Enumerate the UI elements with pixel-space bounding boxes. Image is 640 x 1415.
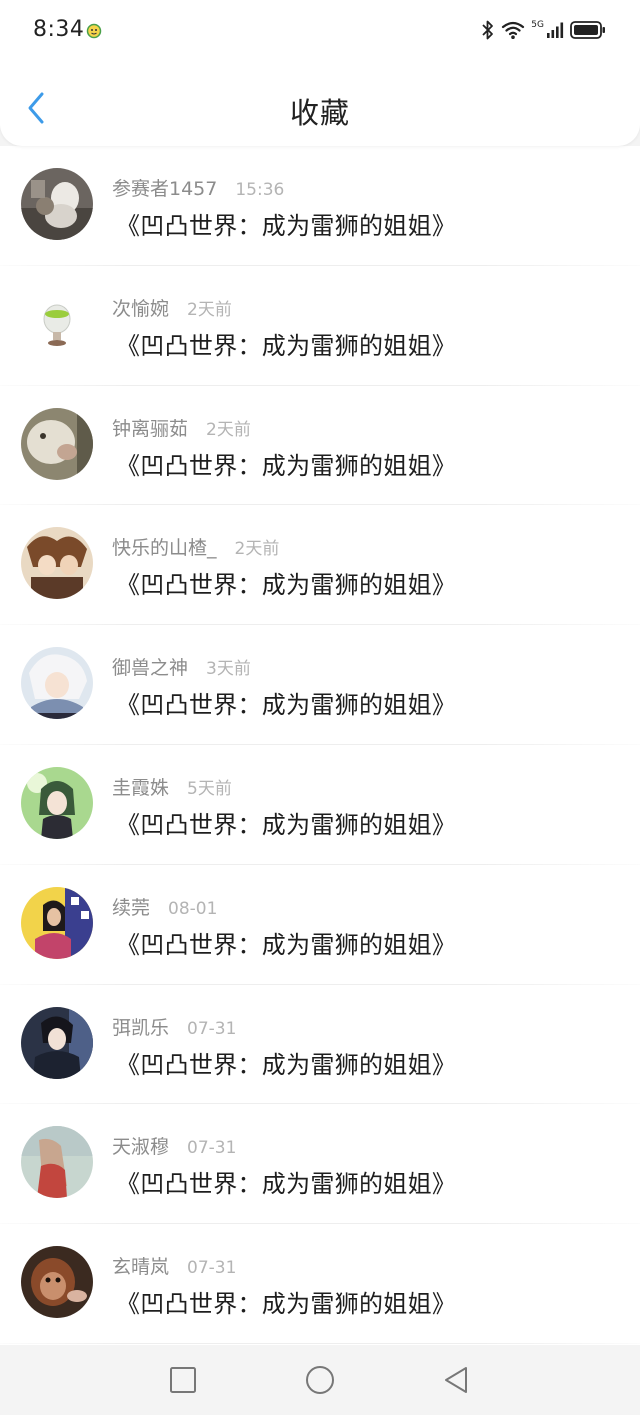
list-item[interactable]: 御兽之神 3天前 《凹凸世界：成为雷狮的姐姐》 [0, 625, 640, 745]
book-title: 《凹凸世界：成为雷狮的姐姐》 [116, 810, 457, 839]
username: 圭霞姝 [112, 776, 170, 799]
status-icons: 5G [481, 20, 606, 44]
username: 弭凯乐 [112, 1016, 170, 1039]
username: 天淑穆 [112, 1136, 170, 1159]
timestamp: 2天前 [187, 299, 232, 320]
avatar[interactable] [21, 886, 93, 959]
favorites-screen: 8:34 5G 收藏 参赛者1457 15:36 《凹凸世界：成为雷狮的姐姐》 … [0, 0, 640, 1415]
list-item[interactable]: 次愉婉 2天前 《凹凸世界：成为雷狮的姐姐》 [0, 265, 640, 386]
list-item[interactable]: 天淑穆 07-31 《凹凸世界：成为雷狮的姐姐》 [0, 1104, 640, 1225]
item-meta: 续莞 08-01 [112, 893, 217, 919]
avatar[interactable] [21, 766, 93, 839]
username: 钟离骊茹 [112, 417, 189, 440]
book-title: 《凹凸世界：成为雷狮的姐姐》 [116, 1290, 457, 1319]
avatar[interactable] [21, 647, 93, 720]
avatar[interactable] [21, 1246, 93, 1319]
back-triangle-icon [445, 1367, 467, 1393]
header-card: 8:34 5G 收藏 [0, 0, 640, 146]
timestamp: 2天前 [234, 539, 280, 560]
list-item[interactable]: 弭凯乐 07-31 《凹凸世界：成为雷狮的姐姐》 [0, 984, 640, 1105]
home-button[interactable] [305, 1365, 335, 1395]
recent-apps-button[interactable] [168, 1365, 198, 1395]
timestamp: 5天前 [187, 778, 232, 799]
list-item[interactable]: 参赛者1457 15:36 《凹凸世界：成为雷狮的姐姐》 [0, 146, 640, 266]
item-meta: 弭凯乐 07-31 [112, 1013, 236, 1039]
item-meta: 圭霞姝 5天前 [112, 773, 232, 799]
item-meta: 快乐的山楂_ 2天前 [112, 533, 279, 559]
network-type-label: 5G [531, 20, 544, 30]
book-title: 《凹凸世界：成为雷狮的姐姐》 [116, 571, 457, 600]
avatar[interactable] [21, 168, 93, 240]
page-title: 收藏 [289, 96, 350, 130]
list-item[interactable]: 圭霞姝 5天前 《凹凸世界：成为雷狮的姐姐》 [0, 744, 640, 865]
username: 续莞 [112, 896, 151, 919]
system-back-button[interactable] [441, 1365, 471, 1395]
username: 御兽之神 [112, 657, 189, 680]
item-meta: 玄晴岚 07-31 [112, 1252, 236, 1278]
timestamp: 07-31 [187, 1258, 237, 1279]
avatar[interactable] [21, 407, 93, 480]
timestamp: 08-01 [168, 898, 218, 919]
username: 参赛者1457 [112, 178, 218, 200]
item-meta: 天淑穆 07-31 [112, 1132, 236, 1158]
navigation-bar: 收藏 [0, 64, 640, 146]
item-meta: 御兽之神 3天前 [112, 653, 251, 679]
recent-apps-square-icon [170, 1367, 196, 1393]
status-time: 8:34 [33, 17, 85, 42]
book-title: 《凹凸世界：成为雷狮的姐姐》 [116, 212, 457, 240]
timestamp: 2天前 [206, 419, 251, 440]
list-item[interactable]: 玄晴岚 07-31 《凹凸世界：成为雷狮的姐姐》 [0, 1224, 640, 1344]
list-item[interactable]: 钟离骊茹 2天前 《凹凸世界：成为雷狮的姐姐》 [0, 385, 640, 506]
item-meta: 钟离骊茹 2天前 [112, 414, 251, 440]
avatar[interactable] [21, 1006, 93, 1079]
book-title: 《凹凸世界：成为雷狮的姐姐》 [116, 331, 457, 360]
book-title: 《凹凸世界：成为雷狮的姐姐》 [116, 1050, 457, 1079]
username: 快乐的山楂_ [112, 537, 217, 560]
battery-icon [570, 20, 606, 44]
book-title: 《凹凸世界：成为雷狮的姐姐》 [116, 691, 457, 720]
favorites-list[interactable]: 参赛者1457 15:36 《凹凸世界：成为雷狮的姐姐》 次愉婉 2天前 《凹凸… [0, 146, 640, 1345]
cellular-signal-icon [546, 21, 564, 43]
timestamp: 3天前 [206, 659, 251, 680]
timestamp: 07-31 [187, 1138, 237, 1159]
bluetooth-icon [481, 19, 495, 45]
home-circle-icon [306, 1366, 334, 1394]
timestamp: 07-31 [187, 1018, 237, 1039]
timestamp: 15:36 [235, 180, 285, 200]
status-bar: 8:34 5G [0, 0, 640, 64]
wifi-icon [501, 20, 525, 44]
username: 玄晴岚 [112, 1256, 170, 1279]
book-title: 《凹凸世界：成为雷狮的姐姐》 [116, 930, 457, 959]
book-title: 《凹凸世界：成为雷狮的姐姐》 [116, 1170, 457, 1199]
app-notification-icon [86, 23, 102, 39]
book-title: 《凹凸世界：成为雷狮的姐姐》 [116, 451, 457, 480]
username: 次愉婉 [112, 297, 170, 320]
system-navigation-bar [0, 1345, 640, 1415]
avatar[interactable] [21, 1126, 93, 1199]
avatar[interactable] [21, 527, 93, 600]
item-meta: 次愉婉 2天前 [112, 294, 232, 320]
item-meta: 参赛者1457 15:36 [112, 174, 284, 200]
avatar[interactable] [21, 287, 93, 360]
list-item[interactable]: 快乐的山楂_ 2天前 《凹凸世界：成为雷狮的姐姐》 [0, 505, 640, 626]
list-item[interactable]: 续莞 08-01 《凹凸世界：成为雷狮的姐姐》 [0, 864, 640, 985]
